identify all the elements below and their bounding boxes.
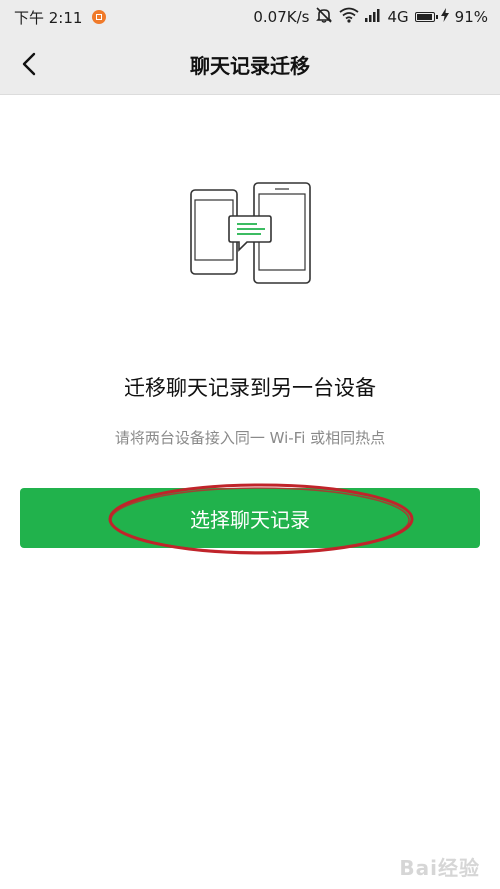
page-title: 聊天记录迁移 bbox=[190, 53, 310, 78]
watermark: Bai经验 bbox=[399, 856, 480, 880]
subtitle: 请将两台设备接入同一 Wi-Fi 或相同热点 bbox=[114, 429, 386, 447]
status-left: 下午 2:11 bbox=[14, 0, 107, 34]
phone-to-tablet-transfer-icon bbox=[185, 178, 315, 288]
status-bar: 下午 2:11 0.07K/s 4G 91% bbox=[0, 0, 500, 34]
battery-percent: 91% bbox=[454, 8, 488, 26]
wifi-icon bbox=[339, 7, 360, 27]
status-time: 下午 2:11 bbox=[14, 8, 83, 27]
battery-icon bbox=[414, 12, 438, 22]
nav-bar: 聊天记录迁移 bbox=[0, 34, 500, 95]
network-type: 4G bbox=[387, 8, 409, 26]
back-arrow-icon bbox=[22, 52, 36, 76]
mute-icon bbox=[315, 6, 333, 28]
charging-icon bbox=[440, 8, 449, 26]
status-right: 0.07K/s 4G 91% bbox=[253, 0, 488, 34]
select-chat-history-button[interactable]: 选择聊天记录 bbox=[20, 488, 480, 548]
network-speed: 0.07K/s bbox=[253, 8, 310, 26]
back-button[interactable] bbox=[10, 44, 50, 84]
signal-icon bbox=[365, 8, 381, 26]
main-title: 迁移聊天记录到另一台设备 bbox=[124, 376, 376, 400]
notification-icon bbox=[92, 10, 107, 24]
